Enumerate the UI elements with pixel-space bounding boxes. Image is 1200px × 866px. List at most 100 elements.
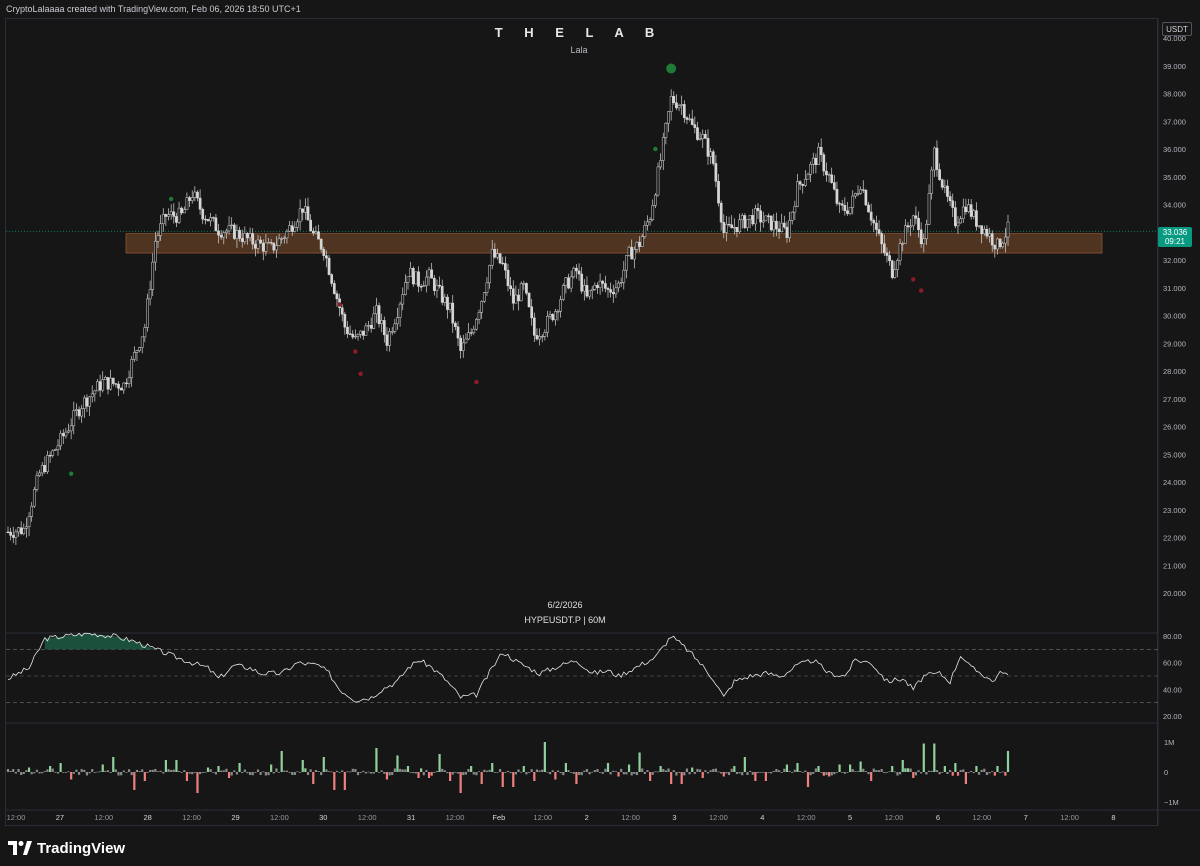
sell-signal-dot xyxy=(474,379,479,385)
volume-bar xyxy=(14,772,17,774)
candle-body xyxy=(143,327,147,338)
candle-body xyxy=(864,190,868,206)
candle-body xyxy=(825,170,828,176)
time-tick-label: 12:00 xyxy=(621,813,640,822)
tradingview-logo[interactable]: TradingView xyxy=(8,838,125,858)
volume-bar xyxy=(572,772,575,774)
candle-body xyxy=(238,229,241,239)
volume-bar xyxy=(859,761,862,772)
sell-signal-dot xyxy=(911,277,916,282)
volume-bar xyxy=(525,772,528,775)
volume-bar xyxy=(943,766,946,772)
volume-bar xyxy=(1006,751,1010,772)
candle-body xyxy=(327,257,331,275)
volume-bar xyxy=(514,772,517,775)
candle-body xyxy=(906,225,910,228)
volume-tick-label: −1M xyxy=(1164,798,1179,807)
candle-body xyxy=(248,233,252,239)
candle-body xyxy=(96,381,99,392)
candle-body xyxy=(940,179,944,188)
volume-bar xyxy=(446,772,449,774)
price-tick-label: 25.000 xyxy=(1163,450,1186,459)
volume-bar xyxy=(385,772,389,780)
volume-bar xyxy=(683,772,686,776)
candle-body xyxy=(738,219,741,233)
candle-body xyxy=(969,204,973,217)
volume-bar xyxy=(77,772,81,775)
candle-body xyxy=(638,241,641,247)
candle-body xyxy=(161,214,165,224)
volume-bar xyxy=(706,772,710,774)
volume-bar xyxy=(485,770,489,772)
candle-body xyxy=(817,146,820,165)
currency-button[interactable]: USDT xyxy=(1162,22,1192,36)
candle-body xyxy=(582,285,586,292)
candle-body xyxy=(517,294,520,302)
candle-body xyxy=(475,319,478,330)
candle-body xyxy=(669,96,673,112)
volume-bar xyxy=(777,770,781,772)
volume-bar xyxy=(612,770,615,772)
candle-body xyxy=(254,243,257,249)
volume-bar xyxy=(685,768,689,772)
volume-bar xyxy=(12,768,15,772)
volume-bar xyxy=(25,770,28,772)
candle-body xyxy=(859,189,862,194)
volume-bar xyxy=(193,771,196,773)
chart-canvas[interactable]: 40.00 0 39.000 38.000 37.000 36.000 35.000 34.0… xyxy=(0,0,1200,830)
volume-bar xyxy=(656,771,660,773)
candle-body xyxy=(740,215,744,221)
rsi-tick-label: 20.00 xyxy=(1163,712,1182,721)
volume-bar xyxy=(946,772,949,775)
candle-body xyxy=(619,282,623,284)
volume-bar xyxy=(925,772,928,775)
candle-body xyxy=(551,314,555,321)
volume-bar xyxy=(420,768,423,772)
volume-bar xyxy=(912,772,915,778)
volume-bar xyxy=(143,772,146,781)
volume-bar xyxy=(622,772,625,775)
volume-bar xyxy=(549,772,552,775)
volume-bar xyxy=(235,772,239,775)
volume-bar xyxy=(517,769,520,772)
candle-body xyxy=(435,284,439,291)
candle-body xyxy=(372,313,376,329)
volume-bar xyxy=(975,766,978,772)
candle-body xyxy=(432,278,436,291)
candle-body xyxy=(182,209,186,214)
candle-body xyxy=(896,260,899,270)
volume-bar xyxy=(967,771,970,773)
candle-body xyxy=(30,505,34,517)
volume-bar xyxy=(867,772,870,775)
candle-body xyxy=(306,206,310,221)
candle-body xyxy=(511,288,515,304)
candle-body xyxy=(585,285,589,297)
tradingview-logo-icon xyxy=(8,841,32,855)
volume-bar xyxy=(49,766,52,772)
candle-body xyxy=(332,283,336,294)
volume-bar xyxy=(530,769,533,772)
volume-bar xyxy=(604,768,607,772)
time-tick-label: 12:00 xyxy=(358,813,377,822)
volume-bar xyxy=(433,772,436,773)
volume-bar xyxy=(283,770,286,772)
volume-bar xyxy=(559,772,562,774)
volume-bar xyxy=(414,772,417,774)
volume-bars xyxy=(6,742,1010,793)
candle-body xyxy=(759,210,762,223)
candle-body xyxy=(748,215,752,220)
candle-body xyxy=(1001,242,1005,248)
volume-bar xyxy=(556,770,560,772)
volume-bar xyxy=(749,770,752,772)
candle-body xyxy=(459,337,462,351)
candle-body xyxy=(27,516,31,528)
volume-bar xyxy=(327,771,331,772)
candle-body xyxy=(1006,221,1010,238)
candle-body xyxy=(890,260,894,278)
price-tick-label: 28.000 xyxy=(1163,367,1186,376)
candle-body xyxy=(48,455,52,457)
volume-bar xyxy=(646,770,649,772)
volume-bar xyxy=(588,772,591,775)
volume-bar xyxy=(277,772,281,773)
candle-body xyxy=(932,147,936,171)
